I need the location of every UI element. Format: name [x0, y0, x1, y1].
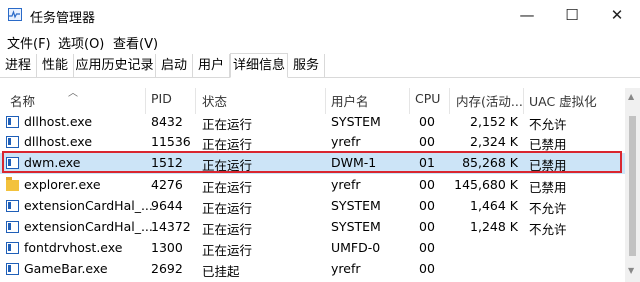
app-window-icon: [6, 221, 19, 233]
process-name: extensionCardHal_...: [24, 198, 153, 213]
process-pid: 1300: [151, 240, 183, 255]
process-status: 正在运行: [202, 201, 253, 216]
col-uac[interactable]: UAC 虚拟化: [529, 91, 597, 110]
table-row[interactable]: GameBar.exe 2692 已挂起 yrefr 00: [0, 259, 625, 280]
process-user: SYSTEM: [331, 114, 381, 129]
process-name: explorer.exe: [24, 177, 101, 192]
col-user[interactable]: 用户名: [331, 91, 369, 110]
table-row[interactable]: extensionCardHal_... 14372 正在运行 SYSTEM 0…: [0, 217, 625, 238]
minimize-button[interactable]: —: [504, 0, 550, 30]
vertical-scrollbar[interactable]: ▲ ▼: [625, 88, 640, 282]
col-status[interactable]: 状态: [202, 91, 227, 110]
process-cpu: 00: [419, 177, 435, 192]
title-bar: 任务管理器 — ☐ ✕: [0, 0, 640, 30]
app-window-icon: [6, 136, 19, 148]
col-cpu[interactable]: CPU: [415, 91, 440, 106]
process-user: yrefr: [331, 177, 361, 192]
window-title: 任务管理器: [30, 11, 96, 26]
table-row[interactable]: explorer.exe 4276 正在运行 yrefr 00 145,680 …: [0, 175, 625, 196]
close-button[interactable]: ✕: [594, 0, 640, 30]
process-name: extensionCardHal_...: [24, 219, 153, 234]
process-uac: 不允许: [529, 117, 567, 132]
process-pid: 14372: [151, 219, 191, 234]
process-cpu: 00: [419, 240, 435, 255]
process-memory: 2,152 K: [470, 114, 518, 129]
table-row[interactable]: dllhost.exe 8432 正在运行 SYSTEM 00 2,152 K …: [0, 112, 625, 133]
tab-performance[interactable]: 性能: [37, 54, 74, 77]
process-memory: 1,248 K: [470, 219, 518, 234]
tab-users[interactable]: 用户: [193, 54, 230, 77]
process-status: 正在运行: [202, 117, 253, 132]
process-uac: 不允许: [529, 201, 567, 216]
process-user: SYSTEM: [331, 198, 381, 213]
tab-processes[interactable]: 进程: [0, 54, 37, 77]
process-cpu: 00: [419, 114, 435, 129]
process-cpu: 00: [419, 261, 435, 276]
highlight-annotation-box: [2, 151, 622, 173]
app-window-icon: [6, 242, 19, 254]
table-row[interactable]: fontdrvhost.exe 1300 正在运行 UMFD-0 00: [0, 238, 625, 259]
process-name: fontdrvhost.exe: [24, 240, 123, 255]
maximize-button[interactable]: ☐: [549, 0, 595, 30]
process-memory: 145,680 K: [454, 177, 518, 192]
process-name: GameBar.exe: [24, 261, 108, 276]
tab-bar: 进程 性能 应用历史记录 启动 用户 详细信息 服务: [0, 53, 640, 78]
menu-view[interactable]: 查看(V): [113, 33, 158, 52]
scroll-up-icon[interactable]: ▲: [628, 92, 634, 101]
process-pid: 4276: [151, 177, 183, 192]
app-window-icon: [6, 200, 19, 212]
process-uac: 已禁用: [529, 180, 567, 195]
scrollbar-thumb[interactable]: [629, 116, 636, 256]
table-row[interactable]: extensionCardHal_... 9644 正在运行 SYSTEM 00…: [0, 196, 625, 217]
folder-icon: [6, 177, 19, 191]
process-memory: 2,324 K: [470, 134, 518, 149]
process-status: 已挂起: [202, 264, 240, 279]
process-cpu: 00: [419, 219, 435, 234]
menu-file[interactable]: 文件(F): [7, 33, 51, 52]
process-user: yrefr: [331, 134, 361, 149]
process-cpu: 00: [419, 198, 435, 213]
process-user: SYSTEM: [331, 219, 381, 234]
app-window-icon: [6, 263, 19, 275]
tab-services[interactable]: 服务: [288, 54, 325, 77]
process-memory: 1,464 K: [470, 198, 518, 213]
process-pid: 11536: [151, 134, 191, 149]
process-pid: 8432: [151, 114, 183, 129]
col-memory[interactable]: 内存(活动...: [456, 91, 523, 110]
process-name: dllhost.exe: [24, 114, 93, 129]
process-user: UMFD-0: [331, 240, 381, 255]
scroll-down-icon[interactable]: ▼: [628, 266, 634, 275]
column-header: 名称 PID 状态 用户名 CPU 内存(活动... UAC 虚拟化: [0, 88, 625, 114]
col-name[interactable]: 名称: [10, 91, 35, 110]
col-pid[interactable]: PID: [151, 91, 172, 106]
process-name: dllhost.exe: [24, 134, 93, 149]
process-pid: 2692: [151, 261, 183, 276]
process-pid: 9644: [151, 198, 183, 213]
tab-details[interactable]: 详细信息: [230, 53, 288, 78]
process-user: yrefr: [331, 261, 361, 276]
process-status: 正在运行: [202, 222, 253, 237]
process-uac: 不允许: [529, 222, 567, 237]
app-window-icon: [6, 116, 19, 128]
menu-options[interactable]: 选项(O): [58, 33, 104, 52]
process-cpu: 00: [419, 134, 435, 149]
tab-app-history[interactable]: 应用历史记录: [74, 54, 156, 77]
process-status: 正在运行: [202, 180, 253, 195]
table-row[interactable]: dllhost.exe 11536 正在运行 yrefr 00 2,324 K …: [0, 132, 625, 153]
menu-bar: 文件(F) 选项(O) 查看(V): [0, 30, 640, 52]
tab-startup[interactable]: 启动: [156, 54, 193, 77]
task-manager-icon: [8, 8, 22, 21]
process-status: 正在运行: [202, 243, 253, 258]
